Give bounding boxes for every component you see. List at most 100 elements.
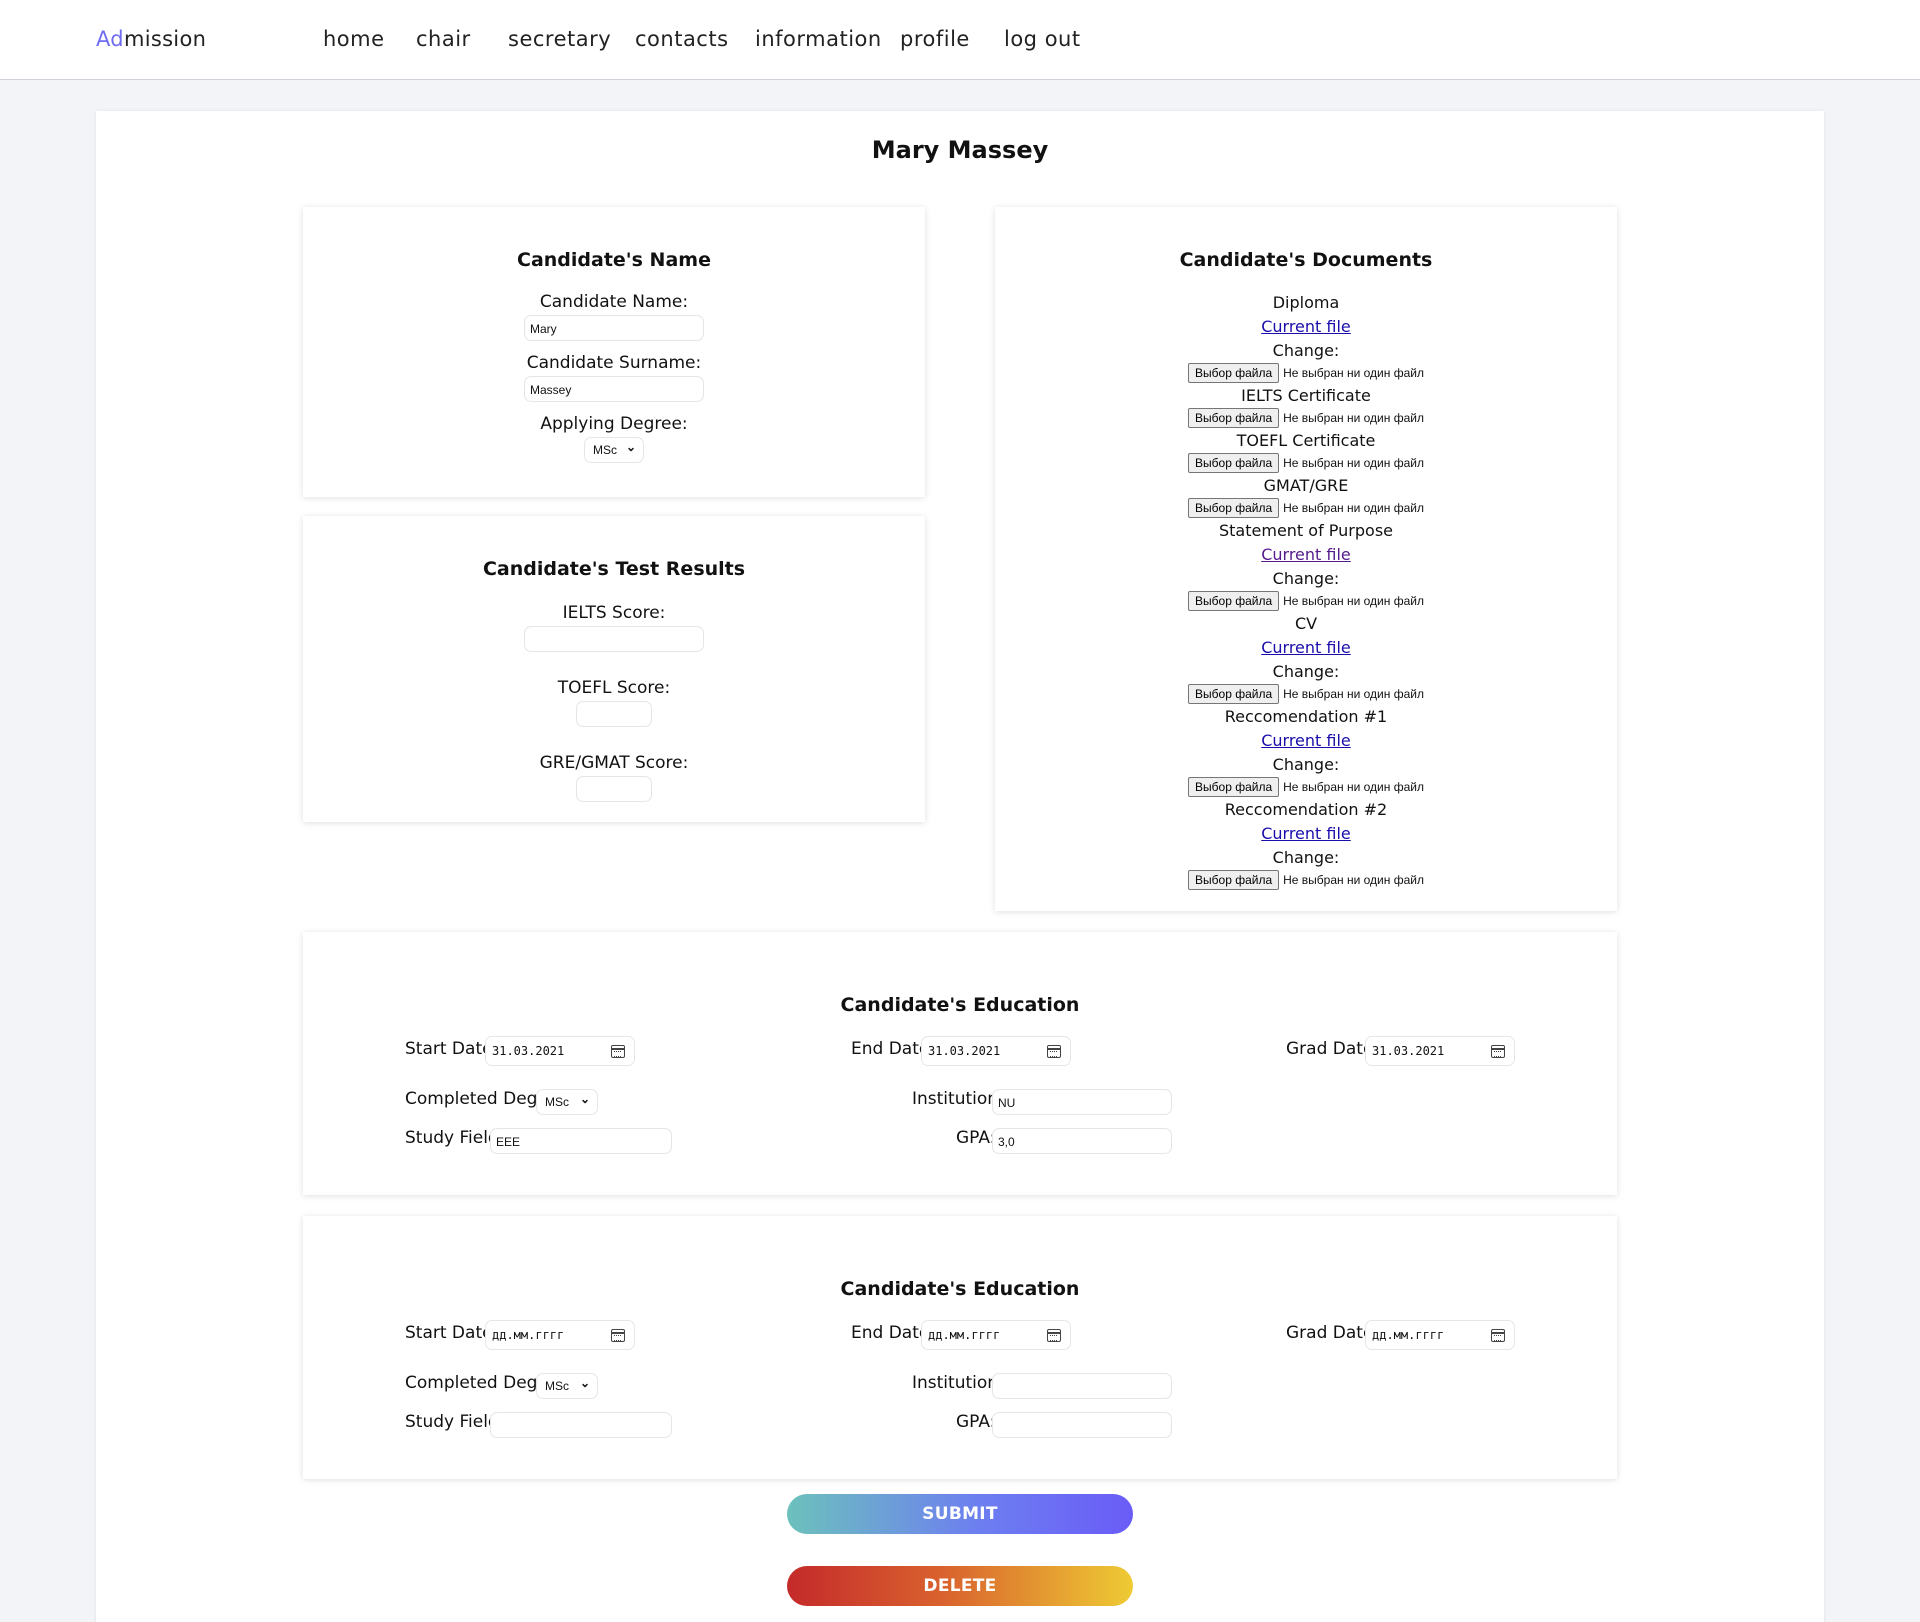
doc-diploma-label: Diploma (1272, 293, 1340, 312)
recommendation-1-change-label: Change: (1272, 755, 1340, 774)
ielts-choose-file-button[interactable]: Выбор файла (1188, 408, 1280, 428)
education-2-grad-value: дд.мм.гггг (1372, 1328, 1445, 1342)
nav-home[interactable]: home (323, 27, 385, 51)
recommendation-1-file-input[interactable]: Выбор файла Не выбран ни один файл (995, 777, 1617, 797)
ielts-file-input[interactable]: Выбор файла Не выбран ни один файл (995, 408, 1617, 428)
sop-choose-file-button[interactable]: Выбор файла (1188, 591, 1280, 611)
gmat-gre-no-file-text: Не выбран ни один файл (1283, 501, 1424, 515)
test-results-title: Candidate's Test Results (482, 558, 746, 580)
recommendation-1-current-file-link[interactable]: Current file (1261, 731, 1351, 750)
gmat-gre-choose-file-button[interactable]: Выбор файла (1188, 498, 1280, 518)
test-results-card: Candidate's Test Results IELTS Score: TO… (303, 516, 925, 822)
recommendation-2-choose-file-button[interactable]: Выбор файла (1188, 870, 1280, 890)
toefl-choose-file-button[interactable]: Выбор файла (1188, 453, 1280, 473)
diploma-change-label: Change: (1272, 341, 1340, 360)
recommendation-2-file-input[interactable]: Выбор файла Не выбран ни один файл (995, 870, 1617, 890)
sop-change-label: Change: (1272, 569, 1340, 588)
calendar-icon[interactable] (1491, 1045, 1505, 1058)
cv-choose-file-button[interactable]: Выбор файла (1188, 684, 1280, 704)
applying-degree-select[interactable]: MSc ⌄ (584, 437, 644, 463)
recommendation-1-no-file-text: Не выбран ни один файл (1283, 780, 1424, 794)
ielts-score-input[interactable] (524, 626, 704, 652)
brand-rest: mission (123, 27, 207, 51)
diploma-choose-file-button[interactable]: Выбор файла (1188, 363, 1280, 383)
education-2-institution-label: Institution: (912, 1373, 1004, 1393)
candidate-name-card: Candidate's Name Candidate Name: Mary Ca… (303, 207, 925, 497)
candidate-name-label: Candidate Name: (539, 292, 689, 312)
toefl-score-input[interactable] (576, 701, 652, 727)
page-title: Mary Massey (871, 136, 1049, 164)
recommendation-1-choose-file-button[interactable]: Выбор файла (1188, 777, 1280, 797)
toefl-no-file-text: Не выбран ни один файл (1283, 456, 1424, 470)
gre-gmat-score-input[interactable] (576, 776, 652, 802)
nav-profile[interactable]: profile (900, 27, 970, 51)
education-1-gpa-input[interactable]: 3,0 (992, 1128, 1172, 1154)
recommendation-2-current-file-link[interactable]: Current file (1261, 824, 1351, 843)
gmat-gre-file-input[interactable]: Выбор файла Не выбран ни один файл (995, 498, 1617, 518)
cv-no-file-text: Не выбран ни один файл (1283, 687, 1424, 701)
education-1-title: Candidate's Education (840, 994, 1080, 1016)
candidate-name-input[interactable]: Mary (524, 315, 704, 341)
education-card-2: Candidate's Education Start Date: дд.мм.… (303, 1216, 1617, 1479)
nav-information[interactable]: information (755, 27, 882, 51)
nav-contacts[interactable]: contacts (635, 27, 729, 51)
sop-file-input[interactable]: Выбор файла Не выбран ни один файл (995, 591, 1617, 611)
education-1-grad-date[interactable]: 31.03.2021 (1365, 1036, 1515, 1066)
calendar-icon[interactable] (1491, 1329, 1505, 1342)
cv-file-input[interactable]: Выбор файла Не выбран ни один файл (995, 684, 1617, 704)
education-2-start-date[interactable]: дд.мм.гггг (485, 1320, 635, 1350)
applying-degree-label: Applying Degree: (540, 414, 688, 434)
brand-accent: Ad (96, 27, 124, 51)
doc-recommendation-1-label: Reccomendation #1 (1224, 707, 1388, 726)
education-1-institution-input[interactable]: NU (992, 1089, 1172, 1115)
education-1-end-date[interactable]: 31.03.2021 (921, 1036, 1071, 1066)
education-2-gpa-input[interactable] (992, 1412, 1172, 1438)
doc-sop-label: Statement of Purpose (1219, 521, 1393, 540)
education-2-end-date[interactable]: дд.мм.гггг (921, 1320, 1071, 1350)
sop-no-file-text: Не выбран ни один файл (1283, 594, 1424, 608)
toefl-file-input[interactable]: Выбор файла Не выбран ни один файл (995, 453, 1617, 473)
calendar-icon[interactable] (1047, 1045, 1061, 1058)
education-1-end-value: 31.03.2021 (928, 1044, 1001, 1058)
sop-current-file-link[interactable]: Current file (1261, 545, 1351, 564)
education-1-start-date[interactable]: 31.03.2021 (485, 1036, 635, 1066)
toefl-score-label: TOEFL Score: (557, 678, 671, 698)
education-1-degree-select[interactable]: MSc ⌄ (536, 1089, 598, 1115)
documents-card: Candidate's Documents Diploma Current fi… (995, 207, 1617, 911)
education-2-title: Candidate's Education (840, 1278, 1080, 1300)
nav-secretary[interactable]: secretary (508, 27, 611, 51)
calendar-icon[interactable] (1047, 1329, 1061, 1342)
education-2-start-value: дд.мм.гггг (492, 1328, 565, 1342)
education-1-institution-label: Institution: (912, 1089, 1004, 1109)
education-2-field-input[interactable] (490, 1412, 672, 1438)
brand-logo[interactable]: Admission (96, 27, 206, 51)
education-1-field-input[interactable]: EEE (490, 1128, 672, 1154)
education-2-institution-input[interactable] (992, 1373, 1172, 1399)
ielts-score-label: IELTS Score: (562, 603, 666, 623)
nav-chair[interactable]: chair (416, 27, 471, 51)
nav-log-out[interactable]: log out (1004, 27, 1081, 51)
recommendation-2-no-file-text: Не выбран ни один файл (1283, 873, 1424, 887)
diploma-no-file-text: Не выбран ни один файл (1283, 366, 1424, 380)
submit-button[interactable]: SUBMIT (787, 1494, 1133, 1534)
doc-cv-label: CV (1294, 614, 1318, 633)
doc-gmat-gre-label: GMAT/GRE (1263, 476, 1349, 495)
education-1-gpa-label: GPA: (956, 1128, 996, 1148)
recommendation-2-change-label: Change: (1272, 848, 1340, 867)
education-2-end-value: дд.мм.гггг (928, 1328, 1001, 1342)
education-1-start-value: 31.03.2021 (492, 1044, 565, 1058)
diploma-current-file-link[interactable]: Current file (1261, 317, 1351, 336)
candidate-surname-input[interactable]: Massey (524, 376, 704, 402)
calendar-icon[interactable] (611, 1045, 625, 1058)
delete-button[interactable]: DELETE (787, 1566, 1133, 1606)
education-2-grad-date[interactable]: дд.мм.гггг (1365, 1320, 1515, 1350)
education-2-degree-select[interactable]: MSc ⌄ (536, 1373, 598, 1399)
chevron-down-icon: ⌄ (579, 1092, 590, 1106)
name-card-title: Candidate's Name (517, 249, 711, 271)
ielts-no-file-text: Не выбран ни один файл (1283, 411, 1424, 425)
diploma-file-input[interactable]: Выбор файла Не выбран ни один файл (995, 363, 1617, 383)
calendar-icon[interactable] (611, 1329, 625, 1342)
applying-degree-value: MSc (593, 443, 617, 457)
education-card-1: Candidate's Education Start Date: 31.03.… (303, 932, 1617, 1195)
cv-current-file-link[interactable]: Current file (1261, 638, 1351, 657)
